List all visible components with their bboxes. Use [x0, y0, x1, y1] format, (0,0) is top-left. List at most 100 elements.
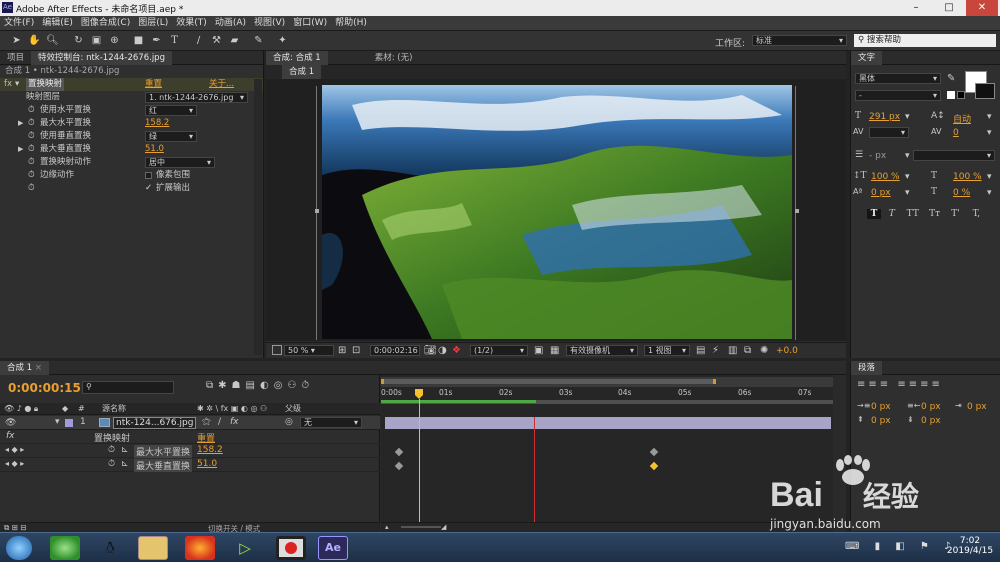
tab-timeline-comp[interactable]: 合成 1 × — [0, 361, 49, 375]
parent-pickwhip-icon[interactable]: ◎ — [285, 417, 293, 427]
menu-edit[interactable]: 编辑(E) — [38, 16, 77, 31]
brush-tool-icon[interactable]: / — [192, 34, 205, 47]
menu-composition[interactable]: 图像合成(C) — [77, 16, 134, 31]
camera-select[interactable]: 有效摄像机 ▾ — [566, 345, 638, 356]
map-behavior-select[interactable]: 居中 ▾ — [145, 157, 215, 168]
small-caps-button[interactable]: Tт — [926, 209, 944, 219]
flowchart-icon[interactable]: ⧉ — [744, 345, 751, 356]
always-preview-icon[interactable] — [272, 345, 282, 355]
exposure-value[interactable]: +0.0 — [776, 346, 798, 356]
horizontal-scale-dropdown-icon[interactable]: ▾ — [987, 172, 992, 182]
space-before-value[interactable]: 0 px — [871, 416, 891, 426]
horizontal-scale-value[interactable]: 100 % — [953, 172, 982, 182]
max-vertical-value[interactable]: 51.0 — [145, 143, 164, 156]
indent-right-value[interactable]: 0 px — [921, 402, 941, 412]
hand-tool-icon[interactable]: ✋ — [28, 34, 41, 47]
time-graph[interactable]: 0:00s 01s 02s 03s 04s 05s 06s 07s ▴ ◢ — [381, 375, 833, 532]
motion-blur-icon[interactable]: ◐ — [260, 380, 274, 391]
left-panel-scrollbar[interactable] — [254, 79, 262, 355]
menu-window[interactable]: 窗口(W) — [289, 16, 331, 31]
eyedropper-icon[interactable]: ✎ — [947, 73, 955, 84]
clone-stamp-tool-icon[interactable]: ⚒ — [210, 34, 223, 47]
channel-rgb-icon[interactable]: ❖ — [452, 345, 461, 356]
indent-left-value[interactable]: 0 px — [871, 402, 891, 412]
keyframe-selected[interactable] — [649, 461, 659, 471]
fit-icon[interactable]: ⊡ — [352, 345, 360, 356]
subscript-button[interactable]: T, — [967, 209, 985, 219]
stopwatch-icon[interactable]: ⏱ — [28, 143, 35, 156]
timeline-scrollbar[interactable] — [834, 389, 846, 532]
eraser-tool-icon[interactable]: ▰ — [228, 34, 241, 47]
magnification-select[interactable]: 50 % ▾ — [284, 345, 334, 356]
layer-disclosure-icon[interactable]: ▾ — [55, 417, 60, 427]
kerning-select[interactable]: ▾ — [869, 127, 909, 138]
tab-character[interactable]: 文字 — [851, 51, 883, 65]
anim-prop-row-vertical[interactable]: ◂ ◆ ▸ ⏱ ⊾ 最大垂直置换 51.0 — [0, 459, 380, 472]
frame-blending-icon[interactable]: ▤ — [246, 380, 260, 391]
stroke-width-value[interactable]: - px — [869, 151, 886, 161]
keyframe[interactable] — [394, 461, 404, 471]
parent-select[interactable]: 无 ▾ — [300, 417, 362, 428]
tab-composition[interactable]: 合成: 合成 1 — [266, 51, 328, 65]
taskbar-app-firefox-icon[interactable] — [185, 536, 215, 560]
rotate-tool-icon[interactable]: ↻ — [72, 34, 85, 47]
timeline-search-input[interactable]: ⚲ — [82, 381, 174, 394]
stopwatch-icon[interactable]: ⏱ — [28, 169, 35, 182]
tab-effect-controls[interactable]: 特效控制台: ntk-1244-2676.jpg — [31, 51, 172, 65]
all-caps-button[interactable]: TT — [903, 209, 923, 219]
taskbar-app-recorder-icon[interactable] — [276, 536, 306, 560]
space-after-value[interactable]: 0 px — [921, 416, 941, 426]
layer-label-color[interactable] — [65, 419, 73, 427]
expand-triangle-icon[interactable]: ▶ — [18, 143, 23, 156]
region-of-interest-icon[interactable]: ▣ — [534, 345, 543, 356]
comp-viewer[interactable] — [266, 79, 846, 341]
layer-collapse-switch-icon[interactable]: ⚝ — [202, 417, 211, 427]
taskbar-app-qq-icon[interactable]: 🐧︎ — [95, 536, 125, 560]
layer-quality-switch-icon[interactable]: / — [218, 417, 221, 427]
font-size-dropdown-icon[interactable]: ▾ — [905, 112, 910, 122]
minimize-button[interactable]: – — [900, 0, 932, 16]
zoom-tool-icon[interactable]: 🔍︎ — [46, 34, 59, 47]
align-left-icon[interactable]: ≡ — [857, 379, 868, 390]
type-tool-icon[interactable]: T — [168, 34, 181, 47]
disclosure-triangle-icon[interactable]: ▾ — [15, 78, 19, 91]
clock[interactable]: 7:02 2019/4/15 — [945, 536, 995, 556]
layer-row[interactable]: 👁︎ ▾ 1 ntk-124...676.jpg ⚝ / fx ◎ 无 ▾ — [0, 416, 380, 430]
superscript-button[interactable]: T' — [947, 209, 965, 219]
faux-italic-button[interactable]: T — [884, 209, 900, 219]
layer-visibility-icon[interactable]: 👁︎ — [5, 418, 16, 428]
stroke-order-select[interactable]: ▾ — [913, 150, 995, 161]
pan-behind-tool-icon[interactable]: ⊕ — [108, 34, 121, 47]
frame-handle-right[interactable] — [795, 209, 799, 213]
work-area-range[interactable] — [381, 379, 716, 384]
timeline-icon[interactable]: ▥ — [728, 345, 737, 356]
vertical-scale-dropdown-icon[interactable]: ▾ — [905, 172, 910, 182]
snapshot-camera-icon[interactable]: 📷︎ — [424, 345, 437, 356]
white-swatch[interactable] — [947, 91, 955, 99]
font-family-select[interactable]: 黑体 ▾ — [855, 73, 941, 84]
maximize-button[interactable]: □ — [933, 0, 965, 16]
graph-editor-icon[interactable]: ◎ — [274, 380, 288, 391]
stroke-color-swatch[interactable] — [975, 83, 995, 99]
menu-help[interactable]: 帮助(H) — [331, 16, 371, 31]
parent-header[interactable]: 父级 — [285, 403, 301, 415]
font-style-select[interactable]: - ▾ — [855, 90, 941, 101]
live-update-icon[interactable]: ⏱ — [301, 380, 314, 391]
anim-prop-row-horizontal[interactable]: ◂ ◆ ▸ ⏱ ⊾ 最大水平置换 158.2 — [0, 445, 380, 458]
expand-triangle-icon[interactable]: ▶ — [18, 117, 23, 130]
tsume-dropdown-icon[interactable]: ▾ — [987, 188, 992, 198]
baseline-shift-value[interactable]: 0 px — [871, 188, 891, 198]
keyframe[interactable] — [649, 447, 659, 457]
visibility-header-icon[interactable]: 👁︎ ♪ ● 🔒︎ — [4, 403, 38, 415]
menu-layer[interactable]: 图层(L) — [134, 16, 172, 31]
anim-prop-value[interactable]: 158.2 — [197, 445, 223, 455]
zoom-in-icon[interactable]: ◢ — [441, 523, 446, 531]
work-area-bar[interactable] — [381, 377, 833, 387]
taskbar-app-media-icon[interactable]: ▷ — [230, 536, 260, 560]
camera-tool-icon[interactable]: ▣ — [90, 34, 103, 47]
baseline-dropdown-icon[interactable]: ▾ — [905, 188, 910, 198]
tracking-dropdown-icon[interactable]: ▾ — [987, 128, 992, 138]
transparency-grid-icon[interactable]: ▦ — [550, 345, 559, 356]
stopwatch-icon[interactable]: ⏱ — [28, 156, 35, 169]
tracking-value[interactable]: 0 — [953, 128, 959, 138]
